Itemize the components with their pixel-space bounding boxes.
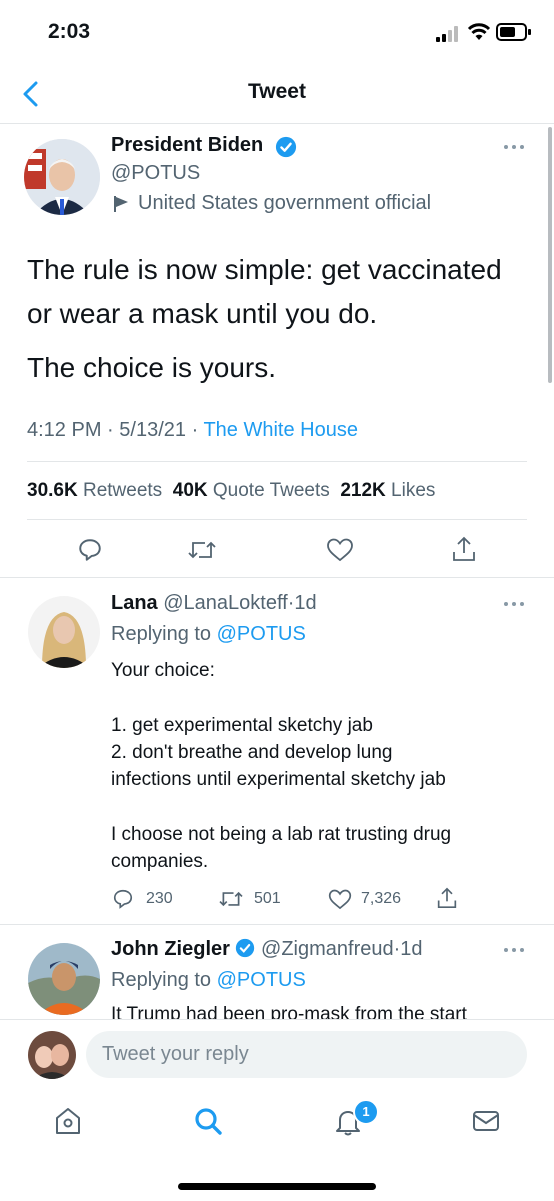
reply-icon[interactable] xyxy=(77,537,103,563)
reply-text-line: companies. xyxy=(111,851,209,872)
tweet-date: 5/13/21 xyxy=(119,419,187,441)
likes-stat[interactable]: 212K Likes xyxy=(340,480,435,501)
share-icon[interactable] xyxy=(437,886,457,910)
tweet-text-line: The rule is now simple: get vaccinated xyxy=(27,254,502,285)
replying-to: Replying to @POTUS xyxy=(111,623,306,646)
retweets-count: 30.6K xyxy=(27,480,78,501)
retweet-icon[interactable] xyxy=(218,888,244,910)
tweet-source-link[interactable]: The White House xyxy=(203,419,358,441)
search-icon[interactable] xyxy=(193,1106,223,1136)
verified-badge-icon xyxy=(236,938,255,958)
reply-text-line: 1. get experimental sketchy jab xyxy=(111,715,373,736)
cellular-signal-icon xyxy=(436,26,458,42)
replying-to-prefix: Replying to xyxy=(111,969,212,991)
reply-icon[interactable] xyxy=(112,888,134,910)
quotes-count: 40K xyxy=(172,480,208,501)
divider xyxy=(0,123,554,124)
quotes-stat[interactable]: 40K Quote Tweets xyxy=(173,480,330,501)
page-title: Tweet xyxy=(248,80,306,103)
reply-text-line: I choose not being a lab rat trusting dr… xyxy=(111,824,452,845)
more-options-icon[interactable] xyxy=(503,143,525,151)
more-options-icon[interactable] xyxy=(503,600,525,608)
share-icon[interactable] xyxy=(452,535,476,563)
notification-badge: 1 xyxy=(353,1099,379,1125)
messages-mail-icon[interactable] xyxy=(471,1107,501,1135)
tweet-text-line: The choice is yours. xyxy=(27,352,276,383)
separator-dot: · xyxy=(191,419,199,441)
divider xyxy=(0,924,554,925)
status-time: 2:03 xyxy=(48,20,91,43)
reply-text-line: Your choice: xyxy=(111,660,215,681)
likes-count: 212K xyxy=(340,480,386,501)
author-name[interactable]: President Biden xyxy=(111,134,263,157)
replying-to-link[interactable]: @POTUS xyxy=(217,969,306,991)
divider xyxy=(27,519,527,520)
reply-age: 1d xyxy=(294,592,317,614)
reply-text-line: infections until experimental sketchy ja… xyxy=(111,769,446,790)
reply-text-line: It Trump had been pro-mask from the star… xyxy=(111,1004,467,1020)
home-indicator[interactable] xyxy=(178,1183,376,1190)
divider xyxy=(27,461,527,462)
scrollbar[interactable] xyxy=(548,127,552,383)
divider xyxy=(0,577,554,578)
replying-to-link[interactable]: @POTUS xyxy=(217,623,306,645)
reply-age: 1d xyxy=(400,938,423,960)
tweet-text: The rule is now simple: get vaccinated o… xyxy=(27,248,502,390)
like-heart-icon[interactable] xyxy=(328,889,352,910)
author-handle[interactable]: @POTUS xyxy=(111,162,200,185)
reply-author-name[interactable]: John Ziegler xyxy=(111,938,230,960)
avatar[interactable] xyxy=(28,596,100,668)
separator-dot: · xyxy=(107,419,114,441)
account-label[interactable]: United States government official xyxy=(138,192,431,215)
current-user-avatar[interactable] xyxy=(28,1031,76,1079)
reply-count: 230 xyxy=(146,890,173,907)
more-options-icon[interactable] xyxy=(503,946,525,954)
battery-icon xyxy=(496,23,531,41)
reply-author-handle[interactable]: @Zigmanfreud xyxy=(261,938,394,960)
retweet-icon[interactable] xyxy=(187,537,217,563)
reply-input-placeholder: Tweet your reply xyxy=(102,1043,249,1065)
reply-text-clip: It Trump had been pro-mask from the star… xyxy=(0,1000,554,1020)
like-heart-icon[interactable] xyxy=(326,538,354,562)
reply-header: Lana @LanaLokteff·1d xyxy=(111,592,317,614)
retweets-label: Retweets xyxy=(82,480,163,501)
status-bar: 2:03 xyxy=(0,0,554,66)
reply-author-handle[interactable]: @LanaLokteff xyxy=(163,592,287,614)
like-count: 7,326 xyxy=(361,890,402,907)
verified-badge-icon xyxy=(275,136,297,158)
likes-label: Likes xyxy=(391,480,436,501)
wifi-icon xyxy=(467,23,491,40)
reply-input[interactable]: Tweet your reply xyxy=(86,1031,527,1078)
retweets-stat[interactable]: 30.6K Retweets xyxy=(27,480,162,501)
engagement-stats: 30.6K Retweets 40K Quote Tweets 212K Lik… xyxy=(27,480,435,502)
tweet-time: 4:12 PM xyxy=(27,419,102,441)
retweet-count: 501 xyxy=(254,890,281,907)
quotes-label: Quote Tweets xyxy=(212,480,330,501)
tweet-meta: 4:12 PM · 5/13/21 · The White House xyxy=(27,419,358,442)
reply-text: Your choice: 1. get experimental sketchy… xyxy=(111,657,531,875)
tweet-text-line: or wear a mask until you do. xyxy=(27,298,378,329)
replying-to: Replying to @POTUS xyxy=(111,969,306,992)
reply-header: John Ziegler @Zigmanfreud·1d xyxy=(111,938,423,960)
reply-author-name[interactable]: Lana xyxy=(111,592,158,614)
reply-text-line: 2. don't breathe and develop lung xyxy=(111,742,393,763)
replying-to-prefix: Replying to xyxy=(111,623,212,645)
avatar[interactable] xyxy=(24,139,100,215)
government-flag-icon xyxy=(114,196,128,212)
home-icon[interactable] xyxy=(53,1106,83,1136)
